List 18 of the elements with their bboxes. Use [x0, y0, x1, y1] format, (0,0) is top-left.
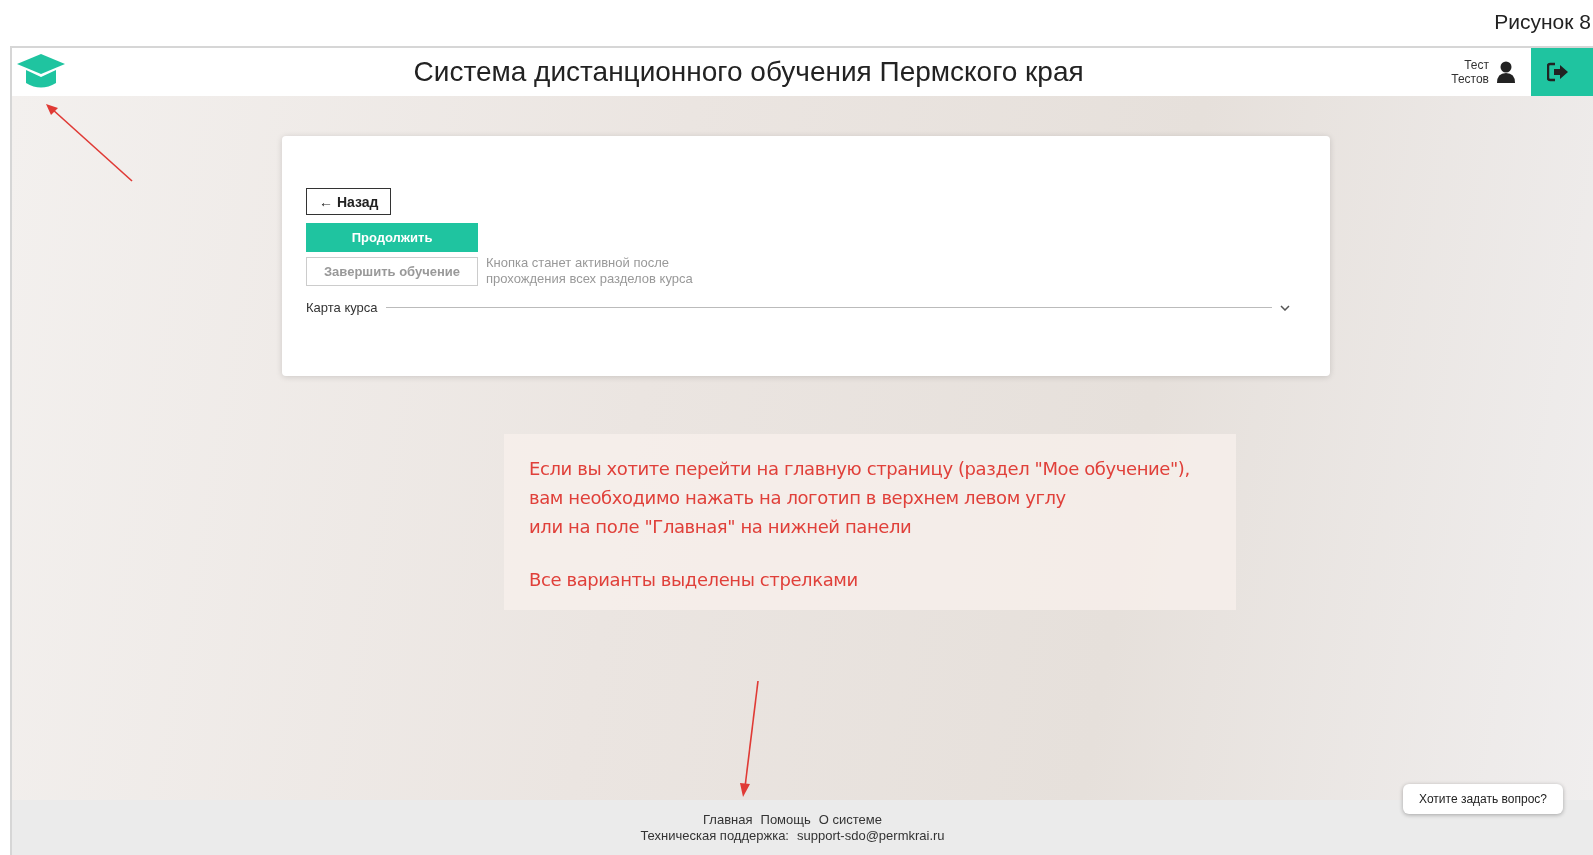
page-title: Система дистанционного обучения Пермского края: [412, 56, 1085, 88]
footer-link[interactable]: О системе: [818, 811, 882, 828]
support-email-link[interactable]: support-sdo@permkrai.ru: [797, 827, 945, 844]
hint-text: Кнопка станет активной после прохождения всех разделов курса: [486, 255, 694, 287]
user-icon[interactable]: [1497, 61, 1515, 83]
footer-link[interactable]: Помощь: [760, 811, 811, 828]
logout-button[interactable]: [1531, 48, 1593, 96]
annotation-text: Все варианты выделены стрелками: [529, 568, 859, 592]
chat-button[interactable]: Хотите задать вопрос?: [1403, 784, 1563, 814]
course-map-label: Карта курса: [306, 300, 378, 315]
annotation-text: Если вы хотите перейти на главную страницу (раздел "Мое обучение"), вам необходимо нажать на логотип в верхнем левом углу или на поле "Главная" на нижней панели: [529, 457, 1191, 539]
chevron-down-icon[interactable]: [1280, 304, 1290, 311]
back-button[interactable]: ← Назад: [306, 188, 392, 215]
footer-link[interactable]: Главная: [703, 811, 753, 828]
user-name: Тест Тестов: [1451, 58, 1489, 86]
support-label: Техническая поддержка:: [640, 827, 789, 844]
exit-icon[interactable]: [1547, 62, 1569, 82]
figure-caption: Рисунок 8: [1494, 10, 1591, 34]
